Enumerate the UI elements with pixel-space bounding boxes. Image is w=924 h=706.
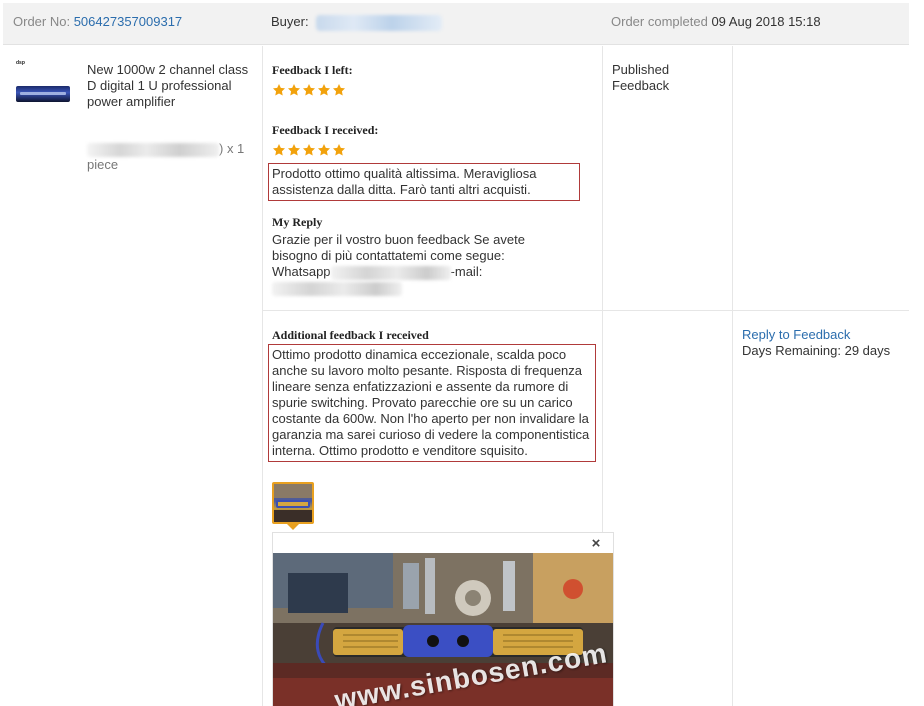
star-icon <box>302 83 316 97</box>
buyer: Buyer: <box>271 14 443 31</box>
my-reply-email: -mail: <box>450 264 483 279</box>
feedback-received-text: Prodotto ottimo qualità altissima. Merav… <box>268 163 580 201</box>
product-variant-redacted <box>87 142 219 157</box>
my-reply-text: Grazie per il vostro buon feedback Se av… <box>272 232 572 296</box>
photo-preview-panel: × www.sinbosen.com <box>272 532 614 706</box>
feedback-status: Published Feedback <box>612 62 670 93</box>
product-image-label: dsp <box>16 60 25 66</box>
order-status-label: Order completed <box>611 14 708 29</box>
feedback-received-stars <box>272 143 346 159</box>
feedback-left-label: Feedback I left: <box>272 63 353 77</box>
star-icon <box>272 83 286 97</box>
star-icon <box>332 143 346 157</box>
my-reply-whatsapp: Whatsapp <box>272 264 331 279</box>
close-preview-button[interactable]: × <box>589 536 603 551</box>
product-image[interactable]: dsp <box>14 60 72 108</box>
order-number: Order No: 506427357009317 <box>13 14 182 29</box>
contact-redacted <box>272 281 402 296</box>
column-divider <box>262 46 263 706</box>
days-remaining: Days Remaining: 29 days <box>742 343 891 358</box>
photo-thumbnail-image <box>274 484 312 522</box>
buyer-label: Buyer: <box>271 14 309 29</box>
feedback-photo-thumbnail[interactable] <box>272 482 314 524</box>
reply-to-feedback-link[interactable]: Reply to Feedback <box>742 327 850 342</box>
star-icon <box>317 143 331 157</box>
buyer-name-redacted <box>316 14 443 31</box>
order-number-label: Order No: <box>13 14 71 29</box>
star-icon <box>332 83 346 97</box>
thumbnail-pointer <box>287 524 299 530</box>
feedback-left-stars <box>272 83 346 99</box>
contact-redacted <box>330 265 451 280</box>
order-status: Order completed 09 Aug 2018 15:18 <box>611 14 821 29</box>
additional-feedback-text: Ottimo prodotto dinamica eccezionale, sc… <box>268 344 596 462</box>
my-reply-label: My Reply <box>272 215 323 229</box>
star-icon <box>287 83 301 97</box>
order-number-link[interactable]: 506427357009317 <box>74 14 182 29</box>
photo-preview-image: www.sinbosen.com <box>273 553 613 706</box>
amplifier-image <box>16 86 70 102</box>
feedback-received-label: Feedback I received: <box>272 123 379 137</box>
product-title[interactable]: New 1000w 2 channel class D digital 1 U … <box>87 62 255 110</box>
my-reply-body: Grazie per il vostro buon feedback Se av… <box>272 232 525 263</box>
row-divider <box>262 310 909 311</box>
order-completed-date: 09 Aug 2018 15:18 <box>711 14 821 29</box>
star-icon <box>302 143 316 157</box>
product-quantity: ) x 1 piece <box>87 141 255 173</box>
additional-feedback-label: Additional feedback I received <box>272 328 429 342</box>
star-icon <box>317 83 331 97</box>
column-divider <box>732 46 733 706</box>
star-icon <box>287 143 301 157</box>
order-header: Order No: 506427357009317 Buyer: Order c… <box>3 3 909 45</box>
star-icon <box>272 143 286 157</box>
